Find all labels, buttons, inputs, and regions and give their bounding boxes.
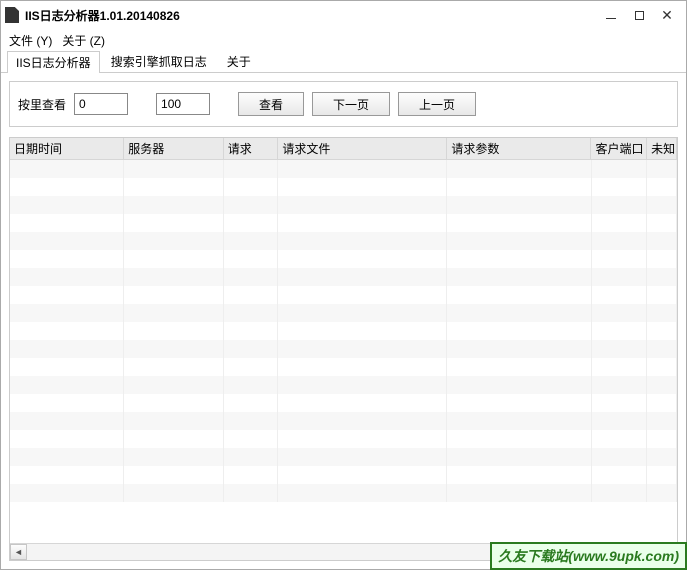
watermark: 久友下载站(www.9upk.com)	[490, 542, 687, 570]
col-request[interactable]: 请求	[224, 138, 279, 159]
tab-iis-analyzer[interactable]: IIS日志分析器	[7, 51, 100, 73]
window-controls: ✕	[604, 8, 682, 22]
table-row	[10, 214, 677, 232]
tabbar: IIS日志分析器 搜索引擎抓取日志 关于	[1, 51, 686, 73]
table-row	[10, 268, 677, 286]
table-row	[10, 340, 677, 358]
next-page-button[interactable]: 下一页	[312, 92, 390, 116]
table-row	[10, 394, 677, 412]
table-row	[10, 448, 677, 466]
controls-panel: 按里查看 查看 下一页 上一页	[9, 81, 678, 127]
table-row	[10, 412, 677, 430]
tab-about[interactable]: 关于	[218, 50, 260, 72]
table-row	[10, 430, 677, 448]
range-label: 按里查看	[18, 96, 66, 113]
table-row	[10, 196, 677, 214]
range-from-input[interactable]	[74, 93, 128, 115]
menu-about[interactable]: 关于 (Z)	[62, 32, 105, 49]
table-row	[10, 376, 677, 394]
table-row	[10, 178, 677, 196]
scroll-left-button[interactable]: ◄	[10, 544, 27, 560]
app-window: IIS日志分析器1.01.20140826 ✕ 文件 (Y) 关于 (Z) II…	[0, 0, 687, 570]
window-title: IIS日志分析器1.01.20140826	[25, 7, 604, 24]
maximize-button[interactable]	[632, 8, 646, 22]
col-request-file[interactable]: 请求文件	[278, 138, 447, 159]
table-row	[10, 358, 677, 376]
col-request-params[interactable]: 请求参数	[447, 138, 591, 159]
table-header: 日期时间 服务器 请求 请求文件 请求参数 客户端口 未知	[10, 138, 677, 160]
titlebar: IIS日志分析器1.01.20140826 ✕	[1, 1, 686, 29]
table-row	[10, 304, 677, 322]
range-to-input[interactable]	[156, 93, 210, 115]
tab-search-engine-log[interactable]: 搜索引擎抓取日志	[102, 50, 216, 72]
prev-page-button[interactable]: 上一页	[398, 92, 476, 116]
col-server[interactable]: 服务器	[124, 138, 223, 159]
table-row	[10, 286, 677, 304]
app-icon	[5, 7, 19, 23]
close-button[interactable]: ✕	[660, 8, 674, 22]
col-unknown[interactable]: 未知	[647, 138, 677, 159]
menu-file[interactable]: 文件 (Y)	[9, 32, 52, 49]
col-client-port[interactable]: 客户端口	[591, 138, 647, 159]
menubar: 文件 (Y) 关于 (Z)	[1, 29, 686, 51]
table-row	[10, 250, 677, 268]
col-datetime[interactable]: 日期时间	[10, 138, 124, 159]
table-row	[10, 484, 677, 502]
content-area: 按里查看 查看 下一页 上一页 日期时间 服务器 请求 请求文件 请求参数 客户…	[1, 73, 686, 569]
table-row	[10, 466, 677, 484]
table-row	[10, 160, 677, 178]
table-body	[10, 160, 677, 543]
table-row	[10, 232, 677, 250]
view-button[interactable]: 查看	[238, 92, 304, 116]
minimize-button[interactable]	[604, 8, 618, 22]
table-row	[10, 322, 677, 340]
log-table: 日期时间 服务器 请求 请求文件 请求参数 客户端口 未知	[9, 137, 678, 561]
